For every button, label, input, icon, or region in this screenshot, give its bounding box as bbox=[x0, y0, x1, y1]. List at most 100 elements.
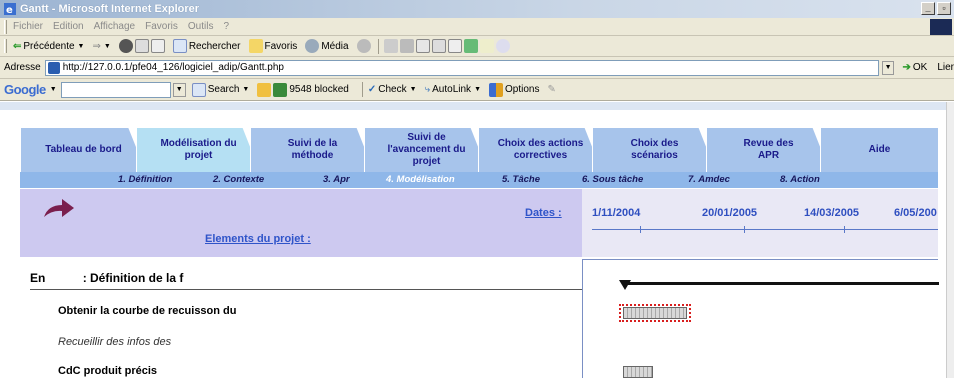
timeline-date: 6/05/200 bbox=[894, 207, 937, 219]
google-search-button[interactable]: Search ▼ bbox=[191, 82, 250, 97]
tab-choix-des-scenarios[interactable]: Choix des scénarios bbox=[592, 128, 716, 172]
home-icon[interactable] bbox=[150, 39, 165, 53]
step-amdec[interactable]: 7. Amdec bbox=[688, 174, 730, 185]
timeline-tick bbox=[844, 226, 845, 233]
popup-blocked-count: 9548 blocked bbox=[289, 84, 349, 95]
spellcheck-icon: ✓ bbox=[367, 84, 377, 95]
tab-revue-des-apr[interactable]: Revue des APR bbox=[706, 128, 830, 172]
step-apr[interactable]: 3. Apr bbox=[323, 174, 350, 185]
toolbar-grip[interactable] bbox=[4, 19, 7, 34]
gantt-task-bar[interactable] bbox=[623, 307, 687, 319]
media-label: Média bbox=[321, 40, 349, 52]
menu-favoris[interactable]: Favoris bbox=[145, 21, 178, 32]
summary-bar bbox=[623, 282, 939, 285]
menu-help[interactable]: ? bbox=[223, 21, 229, 32]
chat-icon[interactable] bbox=[495, 39, 510, 53]
address-label: Adresse bbox=[4, 62, 41, 73]
gantt-timeline-header: 1/11/2004 20/01/2005 14/03/2005 6/05/200 bbox=[582, 189, 938, 257]
edit-icon[interactable] bbox=[415, 39, 430, 53]
phase-header-text: : Définition de la f bbox=[82, 271, 184, 285]
elements-du-projet-link[interactable]: Elements du projet : bbox=[205, 233, 311, 245]
pencil-icon[interactable]: ✎ bbox=[547, 84, 555, 95]
research-icon[interactable] bbox=[463, 39, 478, 53]
google-logo[interactable]: Google bbox=[4, 82, 46, 97]
google-search-dropdown[interactable]: ▼ bbox=[172, 82, 186, 97]
back-arrow-icon[interactable] bbox=[42, 197, 76, 219]
tab-suivi-de-la-methode[interactable]: Suivi de la méthode bbox=[250, 128, 374, 172]
popup-blocker-button[interactable]: 9548 blocked bbox=[273, 82, 349, 97]
autolink-label: AutoLink bbox=[432, 84, 472, 95]
phase-header[interactable]: En : Définition de la f bbox=[30, 271, 183, 285]
news-icon[interactable] bbox=[257, 82, 272, 97]
google-toolbar: Google ▼ ▼ Search ▼ 9548 blocked ✓ Check… bbox=[0, 79, 954, 101]
history-icon[interactable] bbox=[356, 39, 371, 53]
window-titlebar: e Gantt - Microsoft Internet Explorer _ … bbox=[0, 0, 954, 18]
tab-modelisation-du-projet[interactable]: Modélisation du projet bbox=[136, 128, 260, 172]
timeline-axis bbox=[592, 229, 938, 230]
favorites-button[interactable]: Favoris bbox=[248, 39, 297, 53]
popup-blocker-icon bbox=[273, 82, 288, 97]
autolink-icon: ⤷ bbox=[424, 84, 431, 95]
task-row[interactable]: CdC produit précis bbox=[58, 365, 157, 377]
step-definition[interactable]: 1. Définition bbox=[118, 174, 172, 185]
go-button[interactable]: ➔ OK bbox=[902, 62, 927, 73]
forward-button[interactable]: ⇒ ▼ bbox=[92, 41, 110, 52]
timeline-date: 20/01/2005 bbox=[702, 207, 758, 219]
refresh-icon[interactable] bbox=[134, 39, 149, 53]
dates-link[interactable]: Dates : bbox=[525, 207, 562, 219]
project-header: Dates : Elements du projet : 1/11/2004 2… bbox=[20, 189, 938, 257]
task-row[interactable]: Obtenir la courbe de recuisson du bbox=[58, 305, 236, 317]
autolink-button[interactable]: ⤷ AutoLink ▼ bbox=[425, 84, 481, 95]
tab-label: Modélisation du projet bbox=[160, 138, 237, 161]
window-controls: _ ▫ bbox=[921, 2, 951, 15]
toolbar-grip[interactable] bbox=[4, 39, 7, 53]
links-button[interactable]: Lier bbox=[937, 62, 954, 73]
tab-aide[interactable]: Aide bbox=[820, 128, 938, 172]
discuss-icon[interactable] bbox=[431, 39, 446, 53]
step-modelisation[interactable]: 4. Modélisation bbox=[386, 174, 455, 185]
search-button[interactable]: Rechercher bbox=[172, 39, 241, 53]
stop-icon[interactable] bbox=[118, 39, 133, 53]
address-url: http://127.0.0.1/pfe04_126/logiciel_adip… bbox=[62, 62, 284, 73]
spellcheck-button[interactable]: ✓ Check ▼ bbox=[368, 84, 417, 95]
address-input[interactable]: http://127.0.0.1/pfe04_126/logiciel_adip… bbox=[44, 59, 879, 76]
windows-logo-icon bbox=[930, 19, 952, 35]
step-sous-tache[interactable]: 6. Sous tâche bbox=[582, 174, 643, 185]
gantt-task-bar[interactable] bbox=[623, 366, 653, 378]
google-search-label: Search bbox=[207, 84, 240, 95]
tab-label: Suivi de la méthode bbox=[287, 138, 338, 161]
chevron-down-icon: ▼ bbox=[474, 86, 481, 93]
tab-choix-des-actions-correctives[interactable]: Choix des actions correctives bbox=[478, 128, 602, 172]
tab-tableau-de-bord[interactable]: Tableau de bord bbox=[20, 128, 146, 172]
menu-fichier[interactable]: Fichier bbox=[13, 21, 43, 32]
chevron-down-icon: ▼ bbox=[242, 86, 250, 93]
step-contexte[interactable]: 2. Contexte bbox=[213, 174, 264, 185]
media-button[interactable]: Média bbox=[305, 39, 349, 53]
back-label: Précédente bbox=[23, 40, 75, 52]
options-button[interactable]: Options bbox=[489, 82, 539, 97]
address-dropdown-button[interactable]: ▼ bbox=[881, 60, 895, 75]
messenger-icon[interactable] bbox=[479, 39, 494, 53]
timeline-tick bbox=[744, 226, 745, 233]
filter-icon[interactable] bbox=[447, 39, 462, 53]
go-arrow-icon: ➔ bbox=[902, 62, 911, 73]
vertical-scrollbar[interactable] bbox=[946, 102, 954, 378]
menu-affichage[interactable]: Affichage bbox=[94, 21, 136, 32]
step-tache[interactable]: 5. Tâche bbox=[502, 174, 540, 185]
subtask-row[interactable]: Recueillir des infos des bbox=[58, 336, 171, 348]
search-icon bbox=[172, 39, 187, 53]
google-search-input[interactable] bbox=[60, 81, 171, 98]
tab-label: Choix des actions correctives bbox=[497, 138, 584, 161]
mail-icon[interactable] bbox=[383, 39, 398, 53]
tab-suivi-avancement[interactable]: Suivi de l'avancement du projet bbox=[364, 128, 488, 172]
minimize-button[interactable]: _ bbox=[921, 2, 935, 15]
menu-bar: Fichier Edition Affichage Favoris Outils… bbox=[0, 18, 954, 36]
menu-outils[interactable]: Outils bbox=[188, 21, 214, 32]
standard-toolbar: ⇐ Précédente ▼ ⇒ ▼ Rechercher Favoris Mé… bbox=[0, 36, 954, 57]
task-list: En : Définition de la f Obtenir la courb… bbox=[20, 259, 582, 378]
step-action[interactable]: 8. Action bbox=[780, 174, 820, 185]
print-icon[interactable] bbox=[399, 39, 414, 53]
menu-edition[interactable]: Edition bbox=[53, 21, 84, 32]
maximize-button[interactable]: ▫ bbox=[937, 2, 951, 15]
back-button[interactable]: ⇐ Précédente ▼ bbox=[13, 41, 84, 52]
